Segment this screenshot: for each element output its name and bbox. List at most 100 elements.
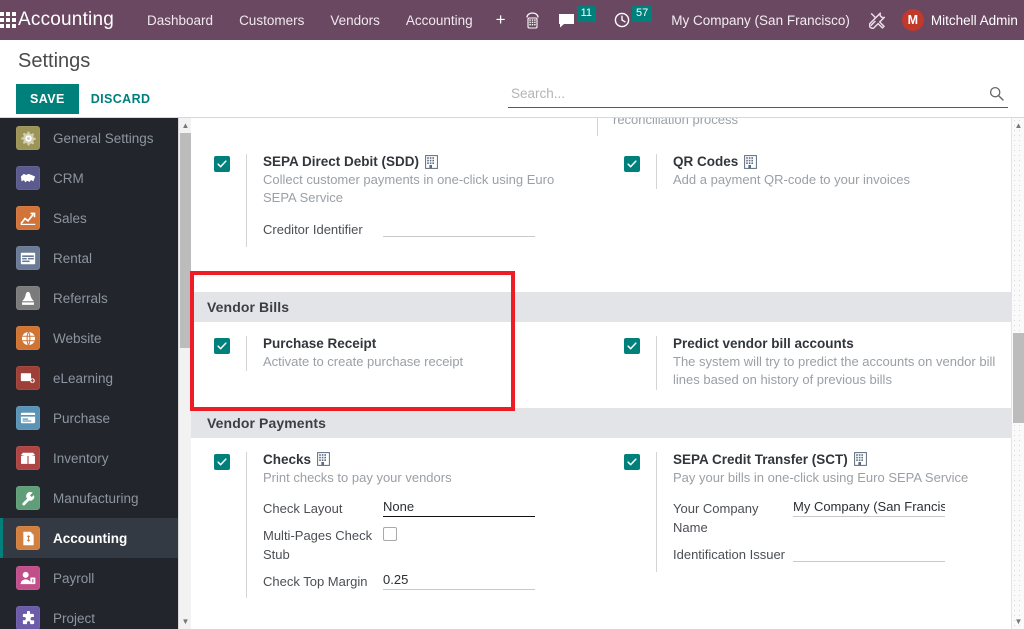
- sidebar-item-label: Referrals: [53, 290, 108, 306]
- multi-pages-check-stub-checkbox[interactable]: [383, 526, 397, 541]
- trophy-icon: [16, 286, 40, 310]
- sidebar-scrollbar[interactable]: ▲ ▼: [178, 118, 191, 629]
- content-scrollbar-thumb[interactable]: [1013, 333, 1024, 423]
- messages-menu[interactable]: 11: [549, 0, 605, 40]
- sidebar-item-rental[interactable]: Rental: [0, 238, 178, 278]
- chevron-down-icon[interactable]: ▼: [179, 614, 191, 629]
- sidebar-item-purchase[interactable]: Purchase: [0, 398, 178, 438]
- credit-card-icon: [16, 406, 40, 430]
- sidebar-item-label: Sales: [53, 210, 87, 226]
- save-button[interactable]: SAVE: [16, 84, 79, 114]
- chevron-up-icon[interactable]: ▲: [179, 118, 191, 133]
- globe-icon: [16, 326, 40, 350]
- sidebar-item-project[interactable]: Project: [0, 598, 178, 629]
- settings-scroll-area: reconciliation process SEPA Direct Debit…: [191, 118, 1011, 629]
- sidebar-item-elearning[interactable]: eLearning: [0, 358, 178, 398]
- sidebar-item-label: Purchase: [53, 410, 111, 426]
- sidebar-item-website[interactable]: Website: [0, 318, 178, 358]
- qr-codes-label: QR Codes: [673, 154, 739, 169]
- phone-dialpad-icon[interactable]: [516, 0, 549, 40]
- sct-description: Pay your bills in one-click using Euro S…: [673, 469, 969, 485]
- building-icon: [744, 154, 758, 169]
- partial-setting-description: reconciliation process: [191, 118, 1011, 140]
- sidebar-item-manufacturing[interactable]: Manufacturing: [0, 478, 178, 518]
- field-label: Multi-Pages Check Stub: [263, 527, 373, 562]
- systray: 11 57 My Company (San Francisco) M Mitch…: [516, 0, 1024, 40]
- sct-checkbox[interactable]: [624, 453, 640, 470]
- sidebar-item-label: Manufacturing: [53, 490, 139, 506]
- settings-column-right: QR Codes Add a payment QR-code to your i…: [601, 140, 1011, 247]
- sidebar-item-label: General Settings: [53, 130, 154, 146]
- checks-fields: Check Layout None Multi-Pages Check Stub: [263, 499, 587, 591]
- predict-vendor-bill-accounts-checkbox[interactable]: [624, 337, 640, 354]
- settings-column-left: Checks Print checks to pay your vendors …: [191, 438, 601, 599]
- page-body: General Settings CRM Sales Rental Referr…: [0, 118, 1024, 629]
- menu-item-accounting[interactable]: Accounting: [393, 0, 486, 40]
- sidebar-scrollbar-thumb[interactable]: [180, 133, 191, 348]
- field-identification-issuer: Identification Issuer: [673, 545, 997, 565]
- check-top-margin-input[interactable]: 0.25: [383, 572, 535, 590]
- qr-codes-checkbox[interactable]: [624, 156, 640, 172]
- company-switcher[interactable]: My Company (San Francisco): [661, 13, 860, 28]
- discard-button[interactable]: DISCARD: [79, 84, 163, 114]
- section-title-vendor-payments: Vendor Payments: [191, 407, 1011, 438]
- tools-icon[interactable]: [860, 0, 896, 40]
- chevron-down-icon[interactable]: ▼: [1012, 614, 1024, 629]
- sct-fields: Your Company Name My Company (San Franci…: [673, 499, 997, 565]
- your-company-name-input[interactable]: My Company (San Francis: [793, 499, 945, 518]
- sidebar-item-label: Inventory: [53, 450, 109, 466]
- purchase-receipt-description: Activate to create purchase receipt: [263, 353, 464, 369]
- sidebar-item-payroll[interactable]: Payroll: [0, 558, 178, 598]
- checks-checkbox[interactable]: [214, 453, 230, 470]
- sdd-label: SEPA Direct Debit (SDD): [263, 154, 420, 169]
- sdd-checkbox[interactable]: [214, 156, 230, 172]
- field-label: Identification Issuer: [673, 546, 786, 562]
- activities-menu[interactable]: 57: [605, 0, 661, 40]
- field-multi-pages-check-stub: Multi-Pages Check Stub: [263, 526, 587, 565]
- settings-column-left: Purchase Receipt Activate to create purc…: [191, 322, 601, 390]
- chevron-up-icon[interactable]: ▲: [1012, 118, 1024, 133]
- check-layout-select[interactable]: None: [383, 499, 535, 518]
- section-spacer: [191, 246, 1011, 292]
- menu-item-customers[interactable]: Customers: [226, 0, 317, 40]
- sidebar-item-crm[interactable]: CRM: [0, 158, 178, 198]
- field-check-layout: Check Layout None: [263, 499, 587, 519]
- search-input[interactable]: [508, 84, 989, 103]
- menu-item-dashboard[interactable]: Dashboard: [134, 0, 226, 40]
- setting-sdd: SEPA Direct Debit (SDD) Collect customer…: [214, 140, 601, 247]
- setting-purchase-receipt: Purchase Receipt Activate to create purc…: [214, 322, 601, 372]
- main-menu-bar: Dashboard Customers Vendors Accounting +: [134, 0, 516, 40]
- creditor-identifier-input[interactable]: [383, 220, 535, 237]
- sidebar-item-sales[interactable]: Sales: [0, 198, 178, 238]
- field-label: Check Layout: [263, 501, 343, 517]
- purchase-receipt-checkbox[interactable]: [214, 337, 230, 354]
- avatar: M: [901, 9, 924, 31]
- sidebar-item-label: eLearning: [53, 370, 114, 386]
- search-icon[interactable]: [989, 86, 1008, 101]
- content-scrollbar[interactable]: ▲ ▼: [1011, 118, 1024, 629]
- sidebar-item-inventory[interactable]: Inventory: [0, 438, 178, 478]
- menu-item-add-icon[interactable]: +: [486, 0, 516, 40]
- invoice-icon: [16, 526, 40, 550]
- page-title: Settings: [18, 50, 91, 72]
- calendar-icon: [16, 246, 40, 270]
- box-icon: [16, 446, 40, 470]
- field-label: Your Company Name: [673, 501, 759, 535]
- app-brand-name[interactable]: Accounting: [16, 9, 120, 31]
- sidebar-item-label: Rental: [53, 250, 93, 266]
- identification-issuer-input[interactable]: [793, 545, 945, 562]
- field-creditor-identifier: Creditor Identifier: [263, 220, 587, 240]
- sidebar-item-label: Project: [53, 610, 96, 626]
- building-icon: [317, 452, 330, 467]
- menu-item-vendors[interactable]: Vendors: [317, 0, 393, 40]
- puzzle-icon: [16, 606, 40, 629]
- sidebar-item-accounting[interactable]: Accounting: [0, 518, 178, 558]
- top-navbar: Accounting Dashboard Customers Vendors A…: [0, 0, 1024, 40]
- checks-description: Print checks to pay your vendors: [263, 469, 452, 485]
- field-your-company-name: Your Company Name My Company (San Franci…: [673, 499, 997, 538]
- user-menu[interactable]: M Mitchell Admin: [896, 0, 1024, 40]
- sidebar-item-referrals[interactable]: Referrals: [0, 278, 178, 318]
- sidebar-item-general-settings[interactable]: General Settings: [0, 118, 178, 158]
- vendor-bills-settings: Purchase Receipt Activate to create purc…: [191, 321, 1011, 408]
- apps-grid-icon[interactable]: [0, 0, 16, 40]
